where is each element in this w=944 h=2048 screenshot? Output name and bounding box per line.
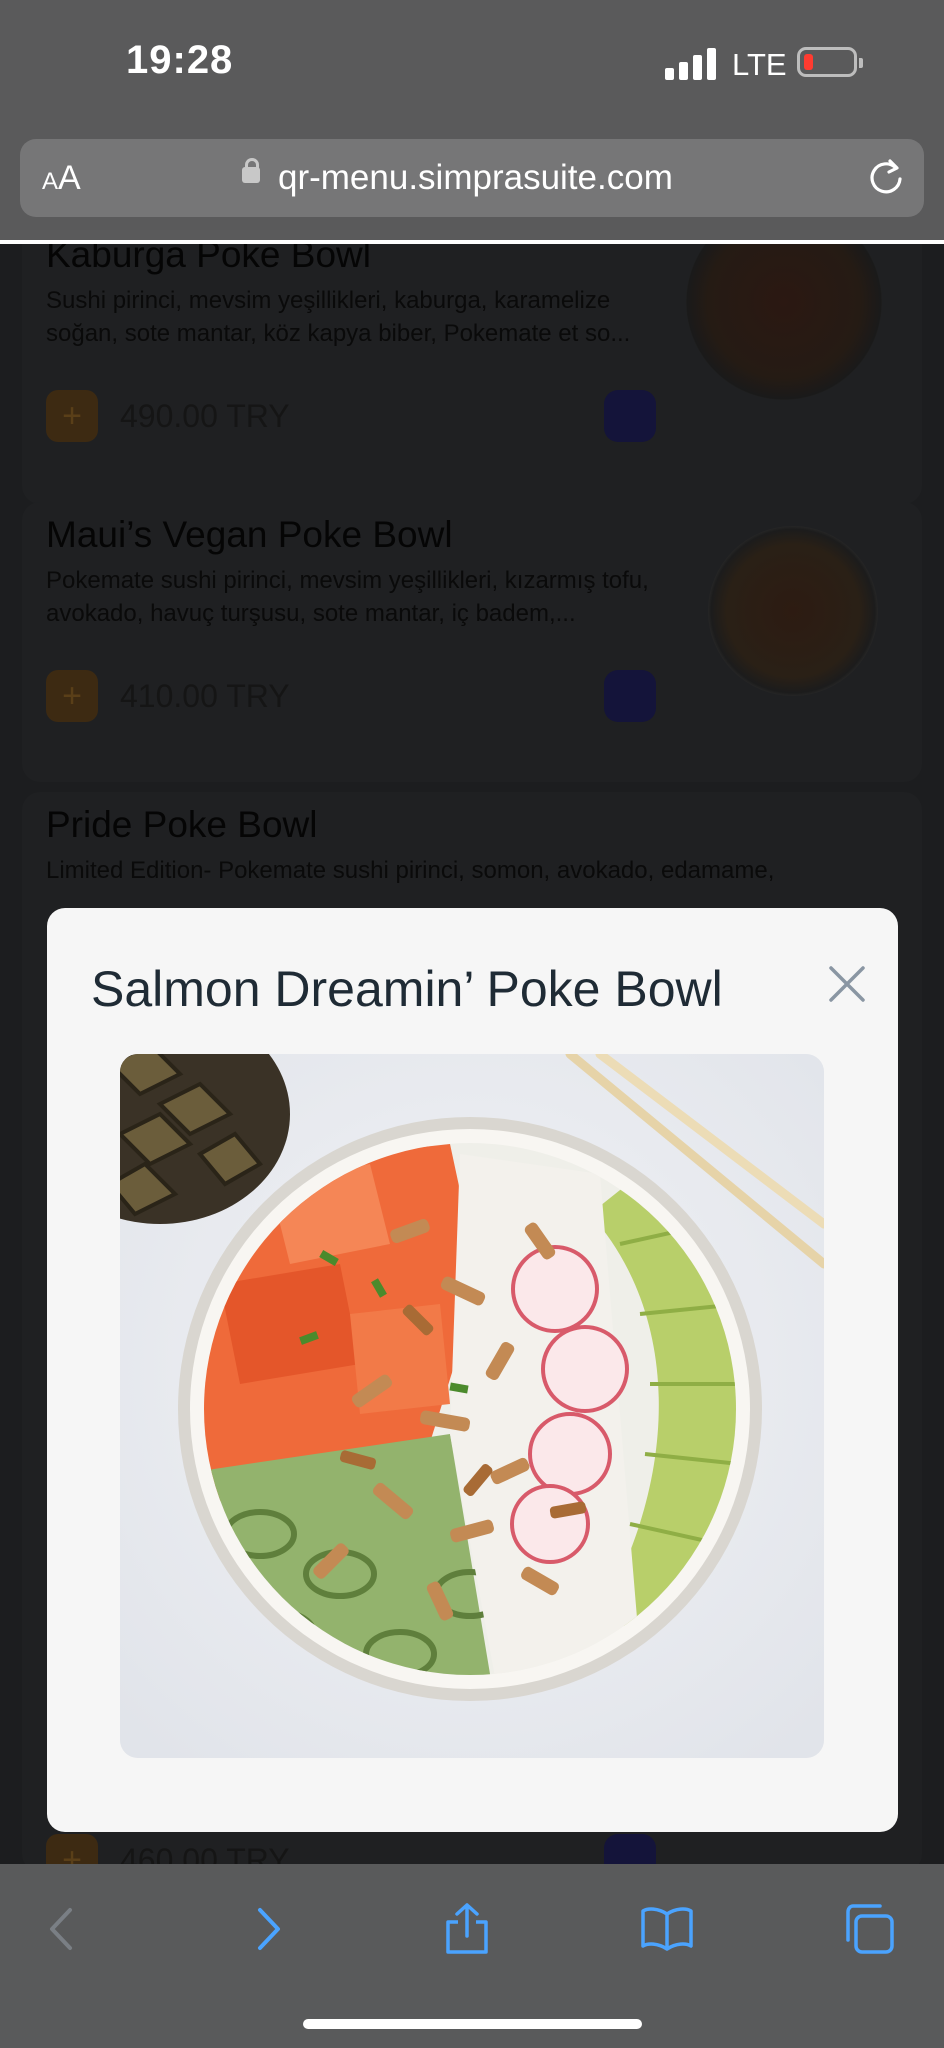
signal-icon [665, 48, 717, 80]
forward-icon[interactable] [240, 1902, 294, 1956]
back-icon[interactable] [36, 1902, 90, 1956]
close-icon[interactable] [825, 962, 869, 1006]
network-label: LTE [732, 47, 787, 82]
tabs-icon[interactable] [842, 1902, 896, 1956]
menu-item-title: Maui’s Vegan Poke Bowl [46, 514, 453, 555]
home-indicator [303, 2019, 642, 2029]
browser-header: AA qr-menu.simprasuite.com [0, 130, 944, 240]
modal-title: Salmon Dreamin’ Poke Bowl [91, 961, 723, 1017]
menu-item-description: Limited Edition- Pokemate sushi pirinci,… [46, 857, 775, 884]
fries-icon[interactable] [604, 390, 656, 442]
add-to-cart-button[interactable]: + [46, 1834, 98, 1864]
fries-icon[interactable] [604, 1834, 656, 1864]
menu-item-price: 490.00 TRY [120, 398, 290, 434]
address-bar[interactable]: AA qr-menu.simprasuite.com [20, 139, 924, 217]
add-to-cart-button[interactable]: + [46, 390, 98, 442]
fries-icon[interactable] [604, 670, 656, 722]
reload-icon[interactable] [866, 157, 906, 197]
menu-item-description: Sushi pirinci, mevsim yeşillikleri, kabu… [46, 287, 631, 347]
battery-icon [797, 47, 863, 77]
text-size-button[interactable]: AA [42, 159, 81, 198]
menu-item-thumbnail[interactable] [686, 244, 882, 400]
menu-item-price: 410.00 TRY [120, 678, 290, 714]
menu-item-description: Pokemate sushi pirinci, mevsim yeşillikl… [46, 567, 649, 627]
lock-icon [242, 158, 260, 183]
item-image-modal: Salmon Dreamin’ Poke Bowl [47, 908, 898, 1832]
menu-item-card[interactable]: Kaburga Poke Bowl Sushi pirinci, mevsim … [22, 244, 922, 504]
menu-item-thumbnail[interactable] [708, 526, 878, 696]
menu-item-card[interactable]: Maui’s Vegan Poke Bowl Pokemate sushi pi… [22, 502, 922, 782]
url-text[interactable]: qr-menu.simprasuite.com [278, 158, 673, 198]
share-icon[interactable] [440, 1902, 494, 1956]
add-to-cart-button[interactable]: + [46, 670, 98, 722]
bookmarks-icon[interactable] [640, 1902, 694, 1956]
salmon-poke-bowl-photo [120, 1054, 824, 1758]
menu-item-title: Kaburga Poke Bowl [46, 244, 371, 275]
menu-item-title: Pride Poke Bowl [46, 804, 318, 845]
menu-item-price: 460.00 TRY [120, 1842, 290, 1864]
status-time: 19:28 [126, 38, 234, 82]
status-bar: 19:28 LTE [0, 0, 944, 130]
